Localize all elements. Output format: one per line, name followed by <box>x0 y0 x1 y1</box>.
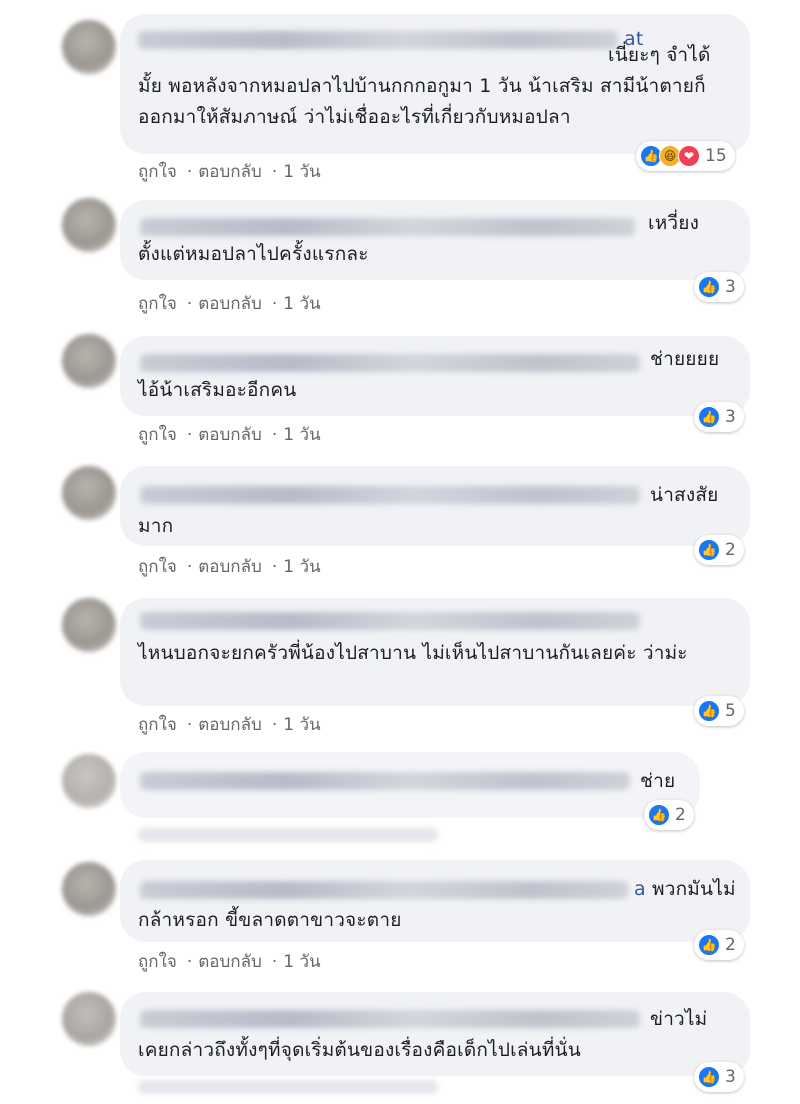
reaction-count: 3 <box>725 277 736 297</box>
reaction-summary[interactable]: 👍 3 <box>694 272 744 302</box>
comment-bubble: ข่าวไม่เคยกล่าวถึงทั้งๆที่จุดเริ่มต้นของ… <box>120 992 750 1076</box>
separator: · <box>186 557 193 577</box>
reaction-summary[interactable]: 👍 3 <box>694 1062 744 1092</box>
avatar[interactable] <box>62 862 116 916</box>
comment-timestamp[interactable]: 1 วัน <box>283 294 320 314</box>
comment-bubble: ช่ายยยย ไอ้น้าเสริมอะอีกคน <box>120 336 750 416</box>
comment-timestamp[interactable]: 1 วัน <box>283 162 320 182</box>
actions-blurred <box>138 828 438 842</box>
avatar[interactable] <box>62 466 116 520</box>
avatar[interactable] <box>62 598 116 652</box>
avatar[interactable] <box>62 992 116 1046</box>
avatar[interactable] <box>62 198 116 252</box>
separator: · <box>186 952 193 972</box>
separator: · <box>271 294 278 314</box>
reply-action[interactable]: ตอบกลับ <box>198 715 262 735</box>
like-action[interactable]: ถูกใจ <box>138 294 177 314</box>
comment-bubble: a พวกมันไม่กล้าหรอก ขี้ขลาดตาขาวจะตาย <box>120 860 750 942</box>
reaction-summary[interactable]: 👍 5 <box>694 696 744 726</box>
reply-action[interactable]: ตอบกลับ <box>198 425 262 445</box>
separator: · <box>271 557 278 577</box>
love-icon: ❤ <box>678 145 700 167</box>
comment-bubble: น่าสงสัยมาก <box>120 466 750 546</box>
reaction-summary[interactable]: 👍 2 <box>644 800 694 830</box>
comment-text: เหวี่ยงตั้งแต่หมอปลาไปครั้งแรกละ <box>138 212 700 265</box>
reply-action[interactable]: ตอบกลับ <box>198 162 262 182</box>
like-action[interactable]: ถูกใจ <box>138 557 177 577</box>
comment-text: น่าสงสัยมาก <box>138 484 719 537</box>
reaction-summary[interactable]: 👍 2 <box>694 930 744 960</box>
comment-text: ช่าย <box>640 770 676 792</box>
like-icon: 👍 <box>698 276 720 298</box>
like-action[interactable]: ถูกใจ <box>138 952 177 972</box>
like-action[interactable]: ถูกใจ <box>138 425 177 445</box>
reaction-count: 2 <box>725 540 736 560</box>
reply-action[interactable]: ตอบกลับ <box>198 294 262 314</box>
comment-timestamp[interactable]: 1 วัน <box>283 425 320 445</box>
comment-bubble: ไหนบอกจะยกครัวพี่น้องไปสาบาน ไม่เห็นไปสา… <box>120 598 750 706</box>
comment-text: เนี่ยะๆ จำได้มั้ย พอหลังจากหมอปลาไปบ้านก… <box>138 44 711 128</box>
reaction-count: 3 <box>725 1067 736 1087</box>
comment-bubble: ช่าย <box>120 752 700 818</box>
like-icon: 👍 <box>698 406 720 428</box>
reaction-count: 2 <box>675 805 686 825</box>
like-icon: 👍 <box>648 804 670 826</box>
comment-text: พวกมันไม่กล้าหรอก ขี้ขลาดตาขาวจะตาย <box>138 878 736 931</box>
reaction-summary[interactable]: 👍 😆 ❤ 15 <box>636 141 735 171</box>
like-icon: 👍 <box>698 700 720 722</box>
separator: · <box>271 715 278 735</box>
comment-timestamp[interactable]: 1 วัน <box>283 715 320 735</box>
separator: · <box>186 162 193 182</box>
like-action[interactable]: ถูกใจ <box>138 715 177 735</box>
avatar[interactable] <box>62 20 116 74</box>
comment-timestamp[interactable]: 1 วัน <box>283 557 320 577</box>
comment-timestamp[interactable]: 1 วัน <box>283 952 320 972</box>
comment-text: ช่ายยยย ไอ้น้าเสริมอะอีกคน <box>138 348 720 401</box>
separator: · <box>186 294 193 314</box>
avatar[interactable] <box>62 334 116 388</box>
avatar[interactable] <box>62 754 116 808</box>
reaction-summary[interactable]: 👍 3 <box>694 402 744 432</box>
actions-blurred <box>138 1080 438 1094</box>
like-icon: 👍 <box>698 539 720 561</box>
comment-text: ข่าวไม่เคยกล่าวถึงทั้งๆที่จุดเริ่มต้นของ… <box>138 1008 708 1061</box>
commenter-name-blurred[interactable] <box>140 772 630 790</box>
commenter-name-blurred[interactable] <box>140 612 640 630</box>
reply-action[interactable]: ตอบกลับ <box>198 557 262 577</box>
comment-bubble: เหวี่ยงตั้งแต่หมอปลาไปครั้งแรกละ <box>120 200 750 280</box>
separator: · <box>271 162 278 182</box>
comment-text: ไหนบอกจะยกครัวพี่น้องไปสาบาน ไม่เห็นไปสา… <box>138 642 688 664</box>
reply-action[interactable]: ตอบกลับ <box>198 952 262 972</box>
like-icon: 👍 <box>698 1066 720 1088</box>
separator: · <box>271 952 278 972</box>
reaction-count: 5 <box>725 701 736 721</box>
like-action[interactable]: ถูกใจ <box>138 162 177 182</box>
comment-bubble: at เนี่ยะๆ จำได้มั้ย พอหลังจากหมอปลาไปบ้… <box>120 14 750 154</box>
reaction-count: 15 <box>705 146 727 166</box>
reaction-count: 3 <box>725 407 736 427</box>
separator: · <box>186 425 193 445</box>
separator: · <box>186 715 193 735</box>
reaction-summary[interactable]: 👍 2 <box>694 535 744 565</box>
reaction-count: 2 <box>725 935 736 955</box>
separator: · <box>271 425 278 445</box>
like-icon: 👍 <box>698 934 720 956</box>
